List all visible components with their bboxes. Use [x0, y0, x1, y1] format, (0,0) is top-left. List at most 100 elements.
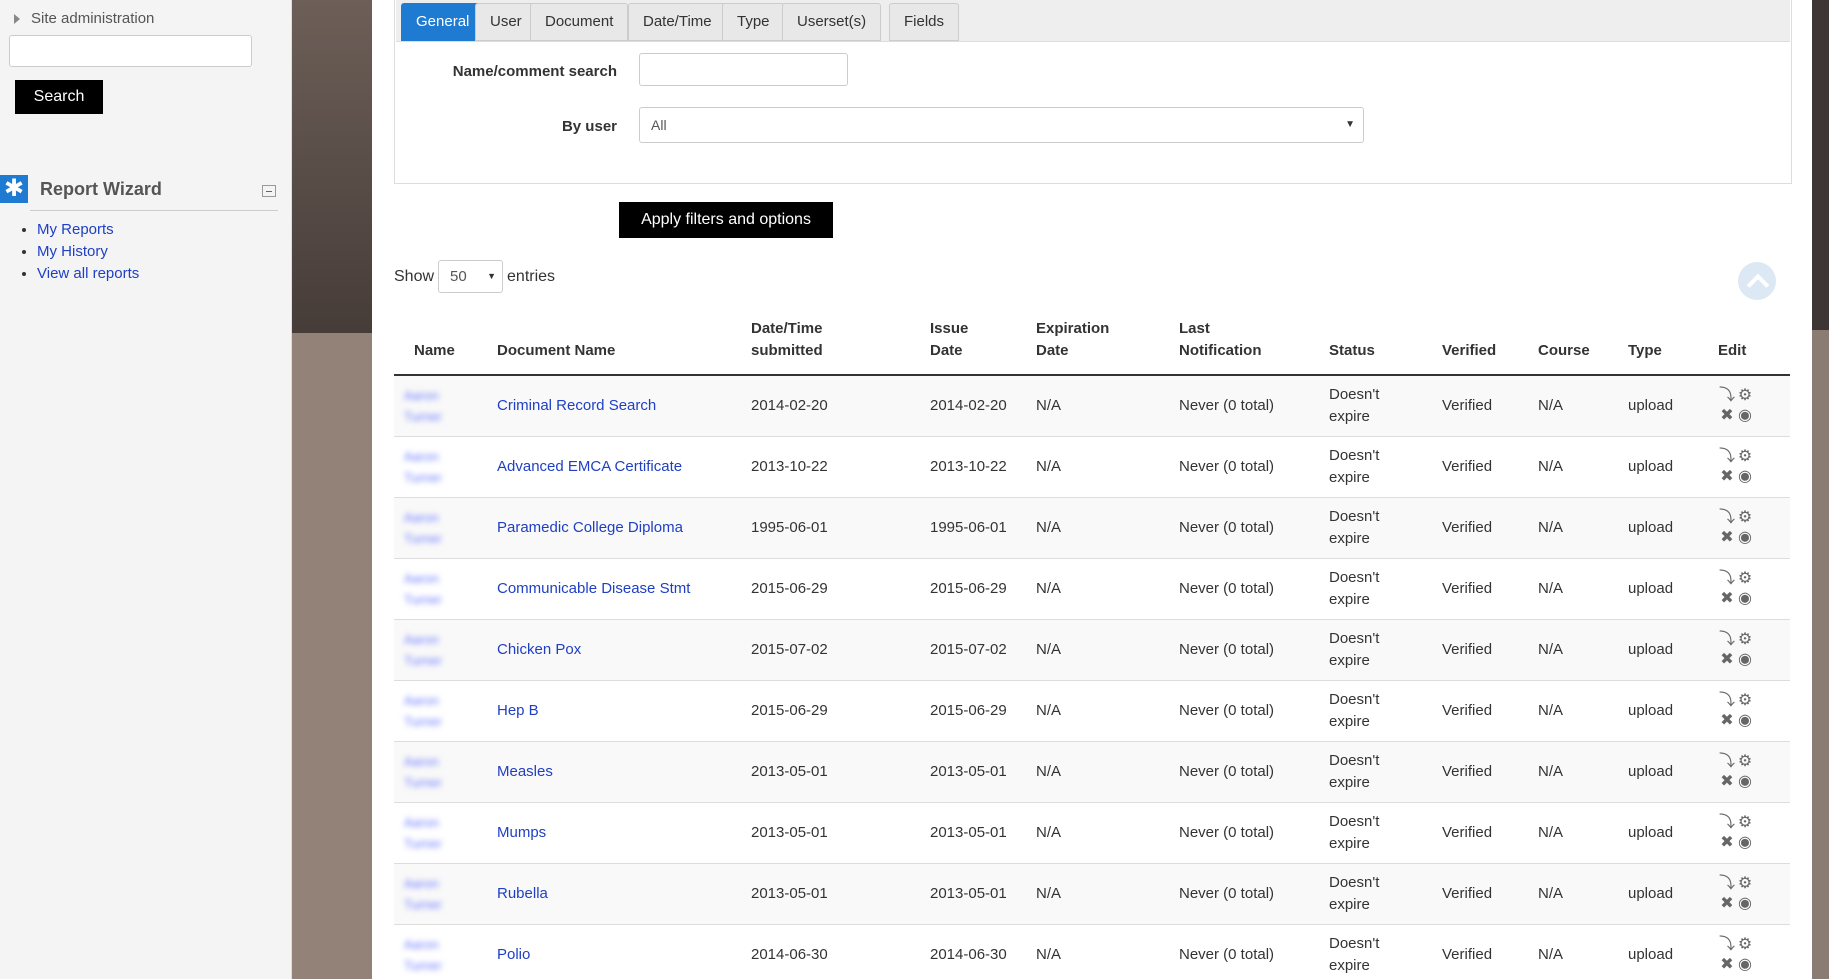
table-row: Aaron Turner Mumps 2013-05-01 2013-05-01 N/A N…	[394, 801, 1790, 863]
view-icon[interactable]: ◉	[1736, 467, 1754, 487]
tab-type[interactable]: Type	[722, 3, 785, 41]
tab-document[interactable]: Document	[530, 3, 629, 41]
column-header-document-name[interactable]: Document Name	[497, 310, 751, 376]
view-icon[interactable]: ◉	[1736, 833, 1754, 853]
apply-filters-button[interactable]: Apply filters and options	[619, 202, 833, 238]
download-icon[interactable]: ⤵	[1718, 569, 1736, 589]
tab-user[interactable]: User	[475, 3, 537, 41]
user-name-cell[interactable]: Aaron Turner	[394, 496, 497, 558]
gear-icon[interactable]: ⚙	[1736, 630, 1754, 650]
gear-icon[interactable]: ⚙	[1736, 874, 1754, 894]
document-link[interactable]: Polio	[497, 946, 530, 963]
column-header-submitted[interactable]: Date/Time submitted	[751, 310, 930, 376]
download-icon[interactable]: ⤵	[1718, 935, 1736, 955]
view-icon[interactable]: ◉	[1736, 955, 1754, 975]
entries-per-page-select[interactable]: 50 ▼	[438, 260, 504, 293]
document-link[interactable]: Rubella	[497, 885, 548, 902]
view-icon[interactable]: ◉	[1736, 894, 1754, 914]
expiration-date-cell: N/A	[1036, 557, 1179, 619]
delete-icon[interactable]: ✖	[1718, 894, 1736, 914]
delete-icon[interactable]: ✖	[1718, 528, 1736, 548]
document-link[interactable]: Chicken Pox	[497, 641, 581, 658]
document-link[interactable]: Advanced EMCA Certificate	[497, 458, 682, 475]
view-icon[interactable]: ◉	[1736, 528, 1754, 548]
document-link[interactable]: Communicable Disease Stmt	[497, 580, 690, 597]
name-comment-search-label: Name/comment search	[452, 63, 617, 80]
gear-icon[interactable]: ⚙	[1736, 447, 1754, 467]
user-name-cell[interactable]: Aaron Turner	[394, 862, 497, 924]
column-header-issue-date[interactable]: Issue Date	[930, 310, 1036, 376]
edit-cell: ⤵ ⚙ ✖ ◉	[1718, 618, 1790, 680]
delete-icon[interactable]: ✖	[1718, 955, 1736, 975]
delete-icon[interactable]: ✖	[1718, 833, 1736, 853]
background-panel	[292, 0, 372, 333]
column-header-status[interactable]: Status	[1329, 310, 1442, 376]
view-icon[interactable]: ◉	[1736, 406, 1754, 426]
column-header-last-notification[interactable]: Last Notification	[1179, 310, 1329, 376]
name-comment-search-input[interactable]	[639, 53, 848, 86]
collapse-block-icon[interactable]	[262, 185, 276, 197]
sidebar-search-button[interactable]: Search	[15, 80, 103, 114]
tab-general[interactable]: General	[401, 3, 485, 41]
gear-icon[interactable]: ⚙	[1736, 569, 1754, 589]
gear-icon[interactable]: ⚙	[1736, 752, 1754, 772]
delete-icon[interactable]: ✖	[1718, 406, 1736, 426]
gear-icon[interactable]: ⚙	[1736, 935, 1754, 955]
status-cell: Doesn't expire	[1329, 679, 1442, 741]
by-user-select[interactable]: All ▼	[639, 107, 1364, 143]
download-icon[interactable]: ⤵	[1718, 386, 1736, 406]
user-name-cell[interactable]: Aaron Turner	[394, 435, 497, 497]
view-icon[interactable]: ◉	[1736, 711, 1754, 731]
gear-icon[interactable]: ⚙	[1736, 508, 1754, 528]
scroll-to-top-icon[interactable]	[1738, 262, 1776, 300]
user-name-cell[interactable]: Aaron Turner	[394, 374, 497, 436]
report-wizard-links: My Reports My History View all reports	[20, 219, 139, 285]
delete-icon[interactable]: ✖	[1718, 772, 1736, 792]
expiration-date-cell: N/A	[1036, 679, 1179, 741]
site-administration-toggle[interactable]: Site administration	[14, 10, 154, 27]
my-reports-link[interactable]: My Reports	[37, 221, 114, 238]
document-link[interactable]: Hep B	[497, 702, 539, 719]
download-icon[interactable]: ⤵	[1718, 813, 1736, 833]
gear-icon[interactable]: ⚙	[1736, 386, 1754, 406]
delete-icon[interactable]: ✖	[1718, 467, 1736, 487]
user-name-cell[interactable]: Aaron Turner	[394, 923, 497, 979]
gear-icon[interactable]: ⚙	[1736, 691, 1754, 711]
download-icon[interactable]: ⤵	[1718, 508, 1736, 528]
delete-icon[interactable]: ✖	[1718, 589, 1736, 609]
document-link[interactable]: Paramedic College Diploma	[497, 519, 683, 536]
download-icon[interactable]: ⤵	[1718, 874, 1736, 894]
user-name-cell[interactable]: Aaron Turner	[394, 679, 497, 741]
sidebar-search-input[interactable]	[9, 35, 252, 67]
user-name-cell[interactable]: Aaron Turner	[394, 557, 497, 619]
column-header-type[interactable]: Type	[1628, 310, 1718, 376]
view-icon[interactable]: ◉	[1736, 650, 1754, 670]
view-icon[interactable]: ◉	[1736, 589, 1754, 609]
document-link[interactable]: Measles	[497, 763, 553, 780]
download-icon[interactable]: ⤵	[1718, 752, 1736, 772]
download-icon[interactable]: ⤵	[1718, 630, 1736, 650]
column-header-name[interactable]: Name	[394, 310, 497, 376]
view-icon[interactable]: ◉	[1736, 772, 1754, 792]
column-header-expiration-date[interactable]: Expiration Date	[1036, 310, 1179, 376]
tab-usersets[interactable]: Userset(s)	[782, 3, 882, 41]
tab-date-time[interactable]: Date/Time	[628, 3, 727, 41]
download-icon[interactable]: ⤵	[1718, 691, 1736, 711]
delete-icon[interactable]: ✖	[1718, 711, 1736, 731]
document-name-cell: Hep B	[497, 679, 751, 741]
download-icon[interactable]: ⤵	[1718, 447, 1736, 467]
tab-fields[interactable]: Fields	[889, 3, 960, 41]
gear-icon[interactable]: ⚙	[1736, 813, 1754, 833]
user-name-cell[interactable]: Aaron Turner	[394, 801, 497, 863]
column-header-course[interactable]: Course	[1538, 310, 1628, 376]
document-link[interactable]: Mumps	[497, 824, 546, 841]
delete-icon[interactable]: ✖	[1718, 650, 1736, 670]
course-cell: N/A	[1538, 496, 1628, 558]
user-name-cell[interactable]: Aaron Turner	[394, 618, 497, 680]
my-history-link[interactable]: My History	[37, 243, 108, 260]
view-all-reports-link[interactable]: View all reports	[37, 265, 139, 282]
asterisk-icon: ✱	[0, 175, 28, 203]
document-link[interactable]: Criminal Record Search	[497, 397, 656, 414]
user-name-cell[interactable]: Aaron Turner	[394, 740, 497, 802]
column-header-verified[interactable]: Verified	[1442, 310, 1538, 376]
